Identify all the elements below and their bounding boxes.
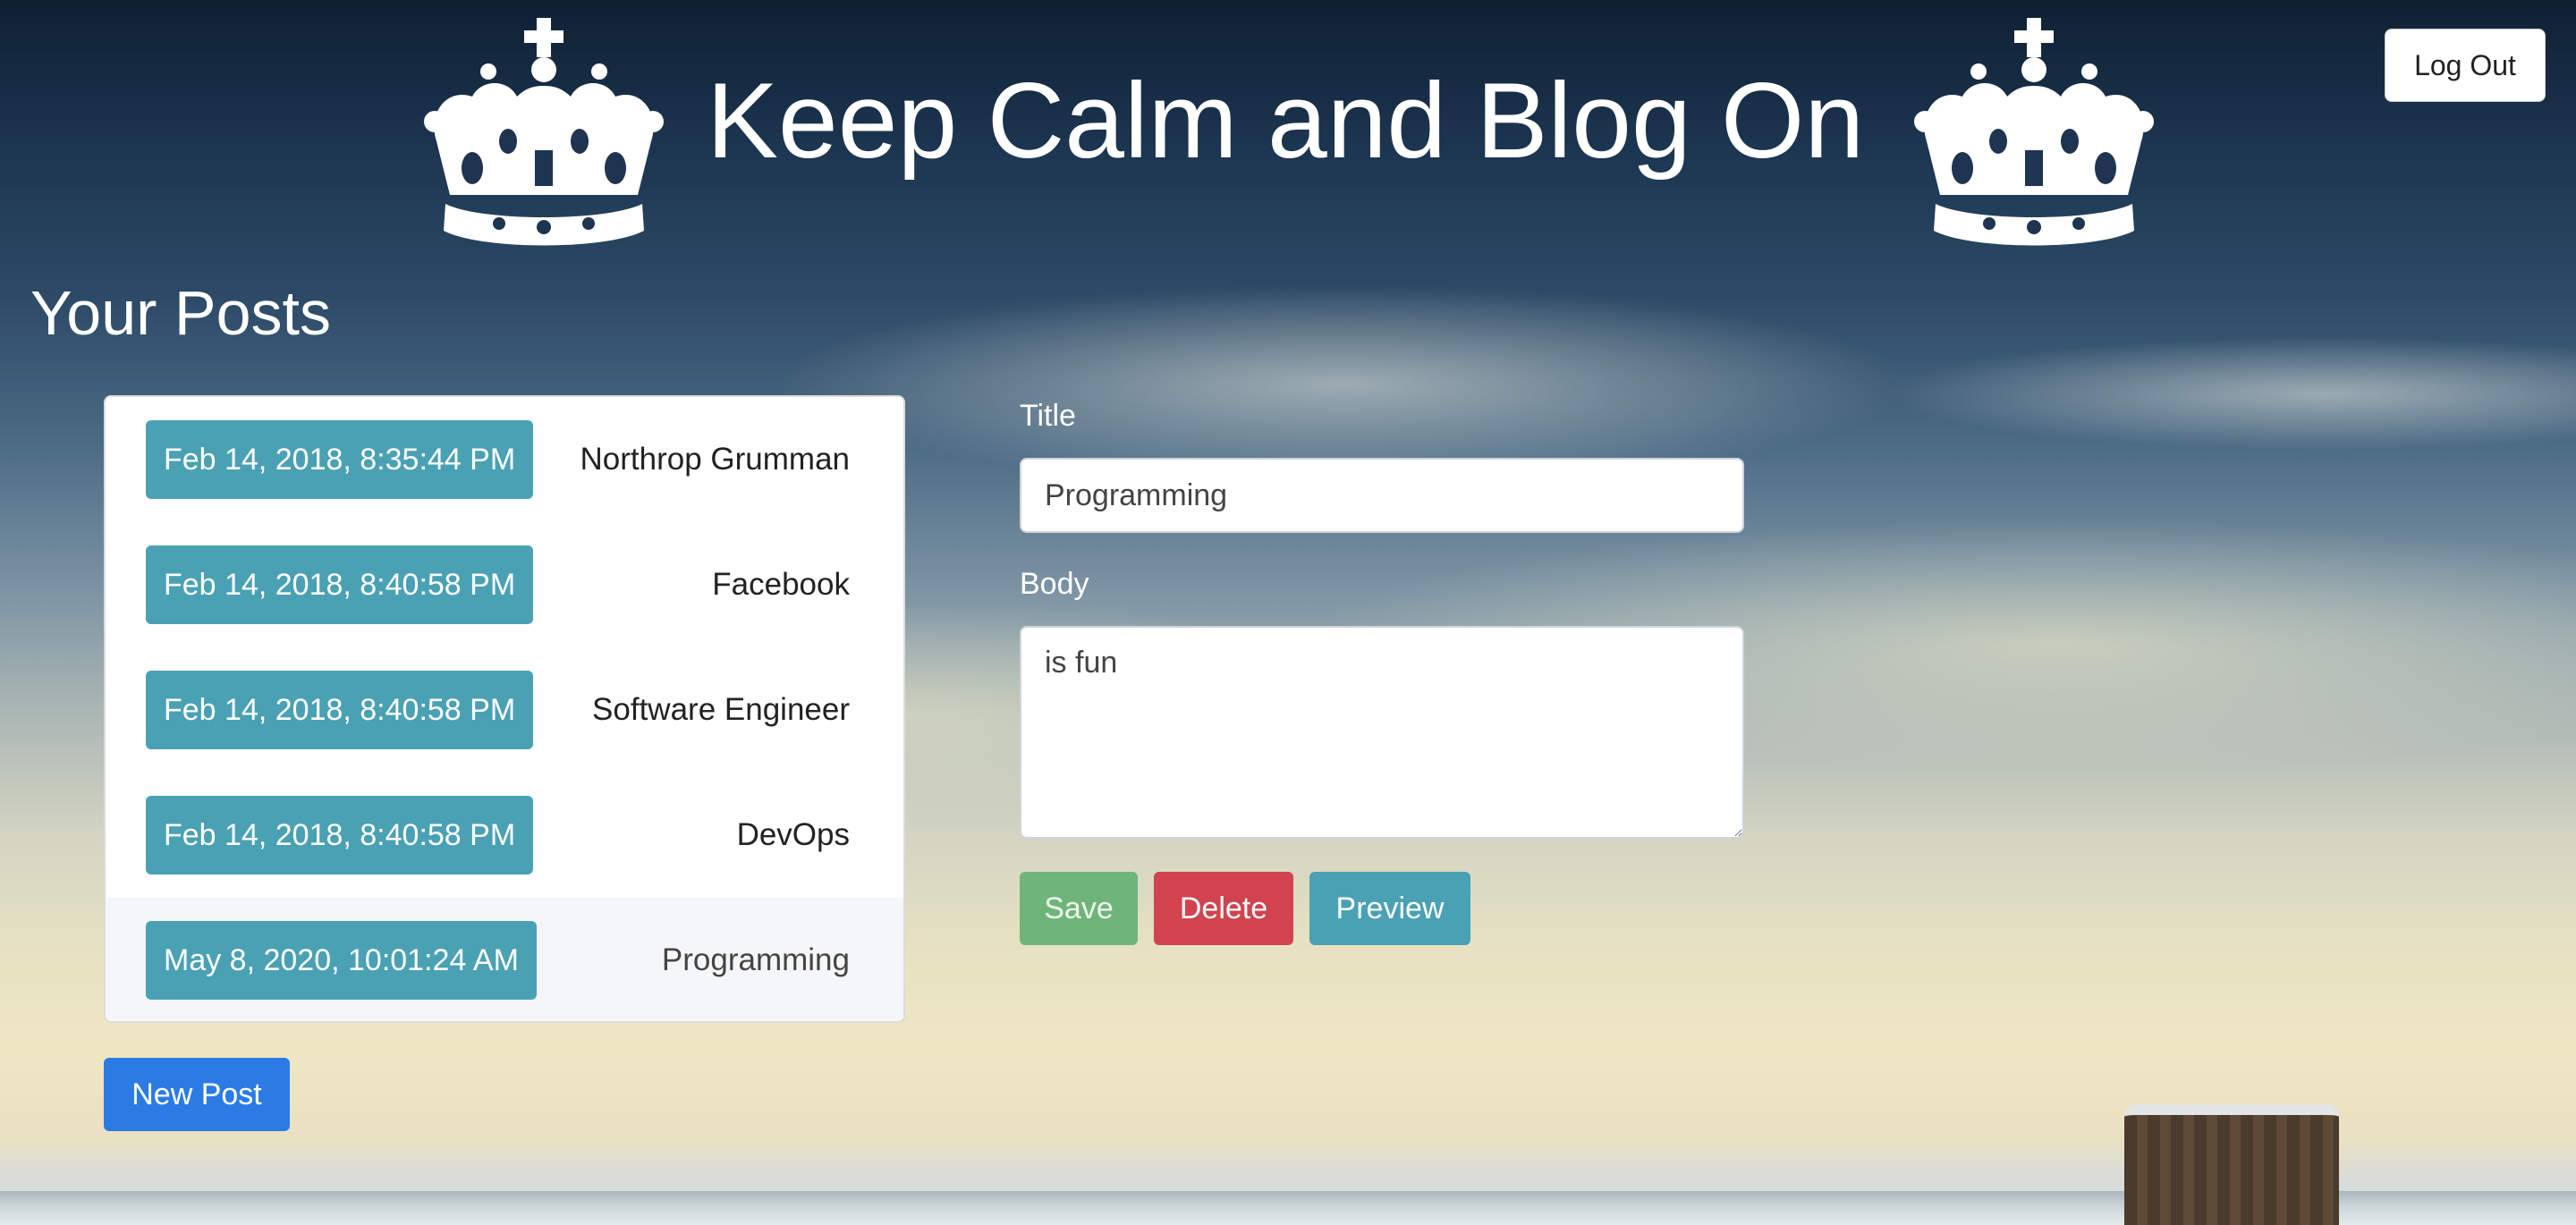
post-list-item-active[interactable]: May 8, 2020, 10:01:24 AM Programming (106, 898, 903, 1021)
preview-button[interactable]: Preview (1309, 872, 1470, 945)
post-title: Facebook (712, 567, 850, 602)
crown-icon (1914, 18, 2154, 246)
post-date-badge: May 8, 2020, 10:01:24 AM (146, 921, 537, 1000)
post-list-item[interactable]: Feb 14, 2018, 8:35:44 PM Northrop Grumma… (106, 397, 903, 522)
title-input[interactable] (1020, 458, 1744, 533)
post-title: Programming (661, 942, 850, 977)
site-title: Keep Calm and Blog On (707, 61, 1865, 181)
post-title: Software Engineer (592, 692, 850, 727)
page-background: Keep Calm and Blog On Log Out Your Posts (0, 0, 2576, 1225)
post-title: DevOps (736, 817, 850, 852)
save-button[interactable]: Save (1020, 872, 1138, 945)
post-list-item[interactable]: Feb 14, 2018, 8:40:58 PM DevOps (106, 773, 903, 898)
beach-chair-image (2124, 1104, 2339, 1225)
post-date-badge: Feb 14, 2018, 8:35:44 PM (146, 420, 534, 499)
logout-button[interactable]: Log Out (2385, 29, 2546, 102)
new-post-button[interactable]: New Post (104, 1058, 290, 1131)
post-list-item[interactable]: Feb 14, 2018, 8:40:58 PM Facebook (106, 522, 903, 647)
post-date-badge: Feb 14, 2018, 8:40:58 PM (146, 796, 534, 874)
body-textarea[interactable]: is fun (1020, 626, 1744, 839)
body-label: Body (1020, 567, 1089, 601)
section-title: Your Posts (30, 278, 331, 348)
post-title: Northrop Grumman (580, 442, 850, 477)
posts-list: Feb 14, 2018, 8:35:44 PM Northrop Grumma… (104, 395, 905, 1023)
post-date-badge: Feb 14, 2018, 8:40:58 PM (146, 671, 534, 749)
delete-button[interactable]: Delete (1154, 872, 1293, 945)
post-list-item[interactable]: Feb 14, 2018, 8:40:58 PM Software Engine… (106, 647, 903, 773)
title-label: Title (1020, 399, 1076, 433)
crown-icon (424, 18, 664, 246)
post-date-badge: Feb 14, 2018, 8:40:58 PM (146, 545, 534, 624)
